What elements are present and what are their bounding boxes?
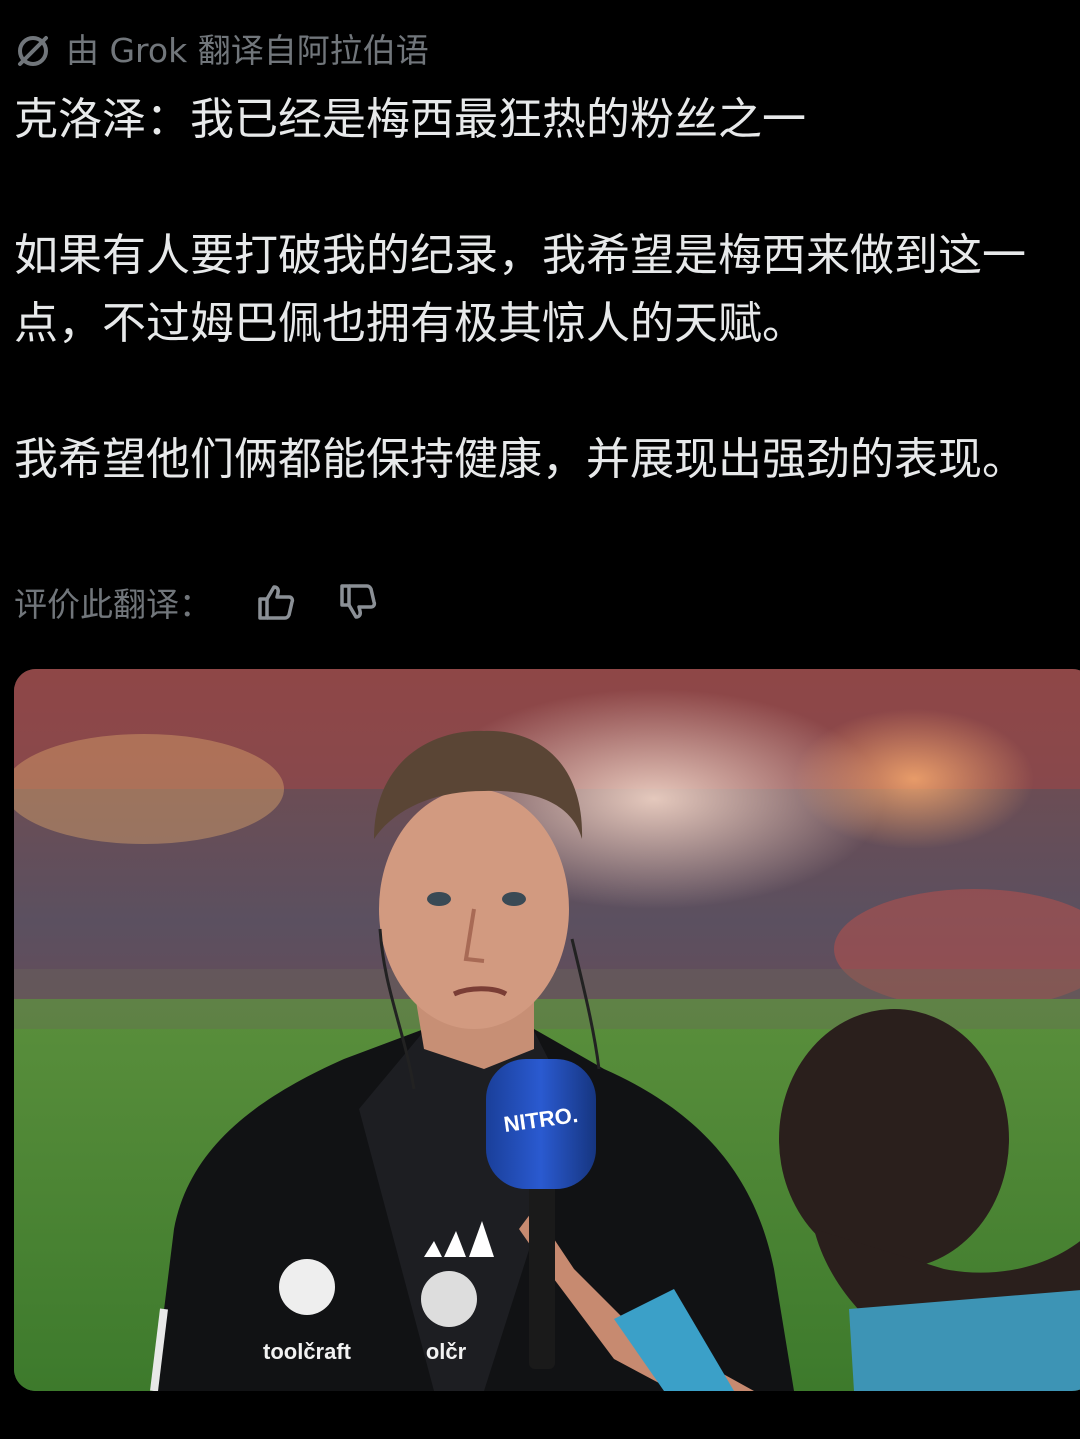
thumbs-down-button[interactable]: [336, 580, 380, 624]
post-paragraph: 如果有人要打破我的纪录，我希望是梅西来做到这一点，不过姆巴佩也拥有极其惊人的天赋…: [14, 230, 1026, 349]
interview-photo: toolčraft olčr NITRO.: [14, 669, 1080, 1391]
rate-translation-label: 评价此翻译：: [14, 585, 212, 624]
grok-icon: [14, 32, 52, 70]
post-body: 克洛泽：我已经是梅西最狂热的粉丝之一 如果有人要打破我的纪录，我希望是梅西来做到…: [14, 86, 1064, 494]
post-paragraph: 克洛泽：我已经是梅西最狂热的粉丝之一: [14, 94, 806, 145]
translation-label: 由 Grok 翻译自阿拉伯语: [66, 31, 429, 70]
thumbs-up-icon: [258, 585, 295, 620]
post-image[interactable]: toolčraft olčr NITRO.: [14, 669, 1080, 1391]
shirt-sponsor-text: olčr: [426, 1339, 467, 1364]
post-paragraph: 我希望他们俩都能保持健康，并展现出强劲的表现。: [14, 434, 1026, 485]
jacket-sponsor-text: toolčraft: [263, 1339, 352, 1364]
rate-translation: 评价此翻译：: [14, 576, 418, 628]
thumbs-down-icon: [340, 584, 377, 619]
translation-notice[interactable]: 由 Grok 翻译自阿拉伯语: [14, 28, 429, 74]
thumbs-up-button[interactable]: [254, 580, 298, 624]
